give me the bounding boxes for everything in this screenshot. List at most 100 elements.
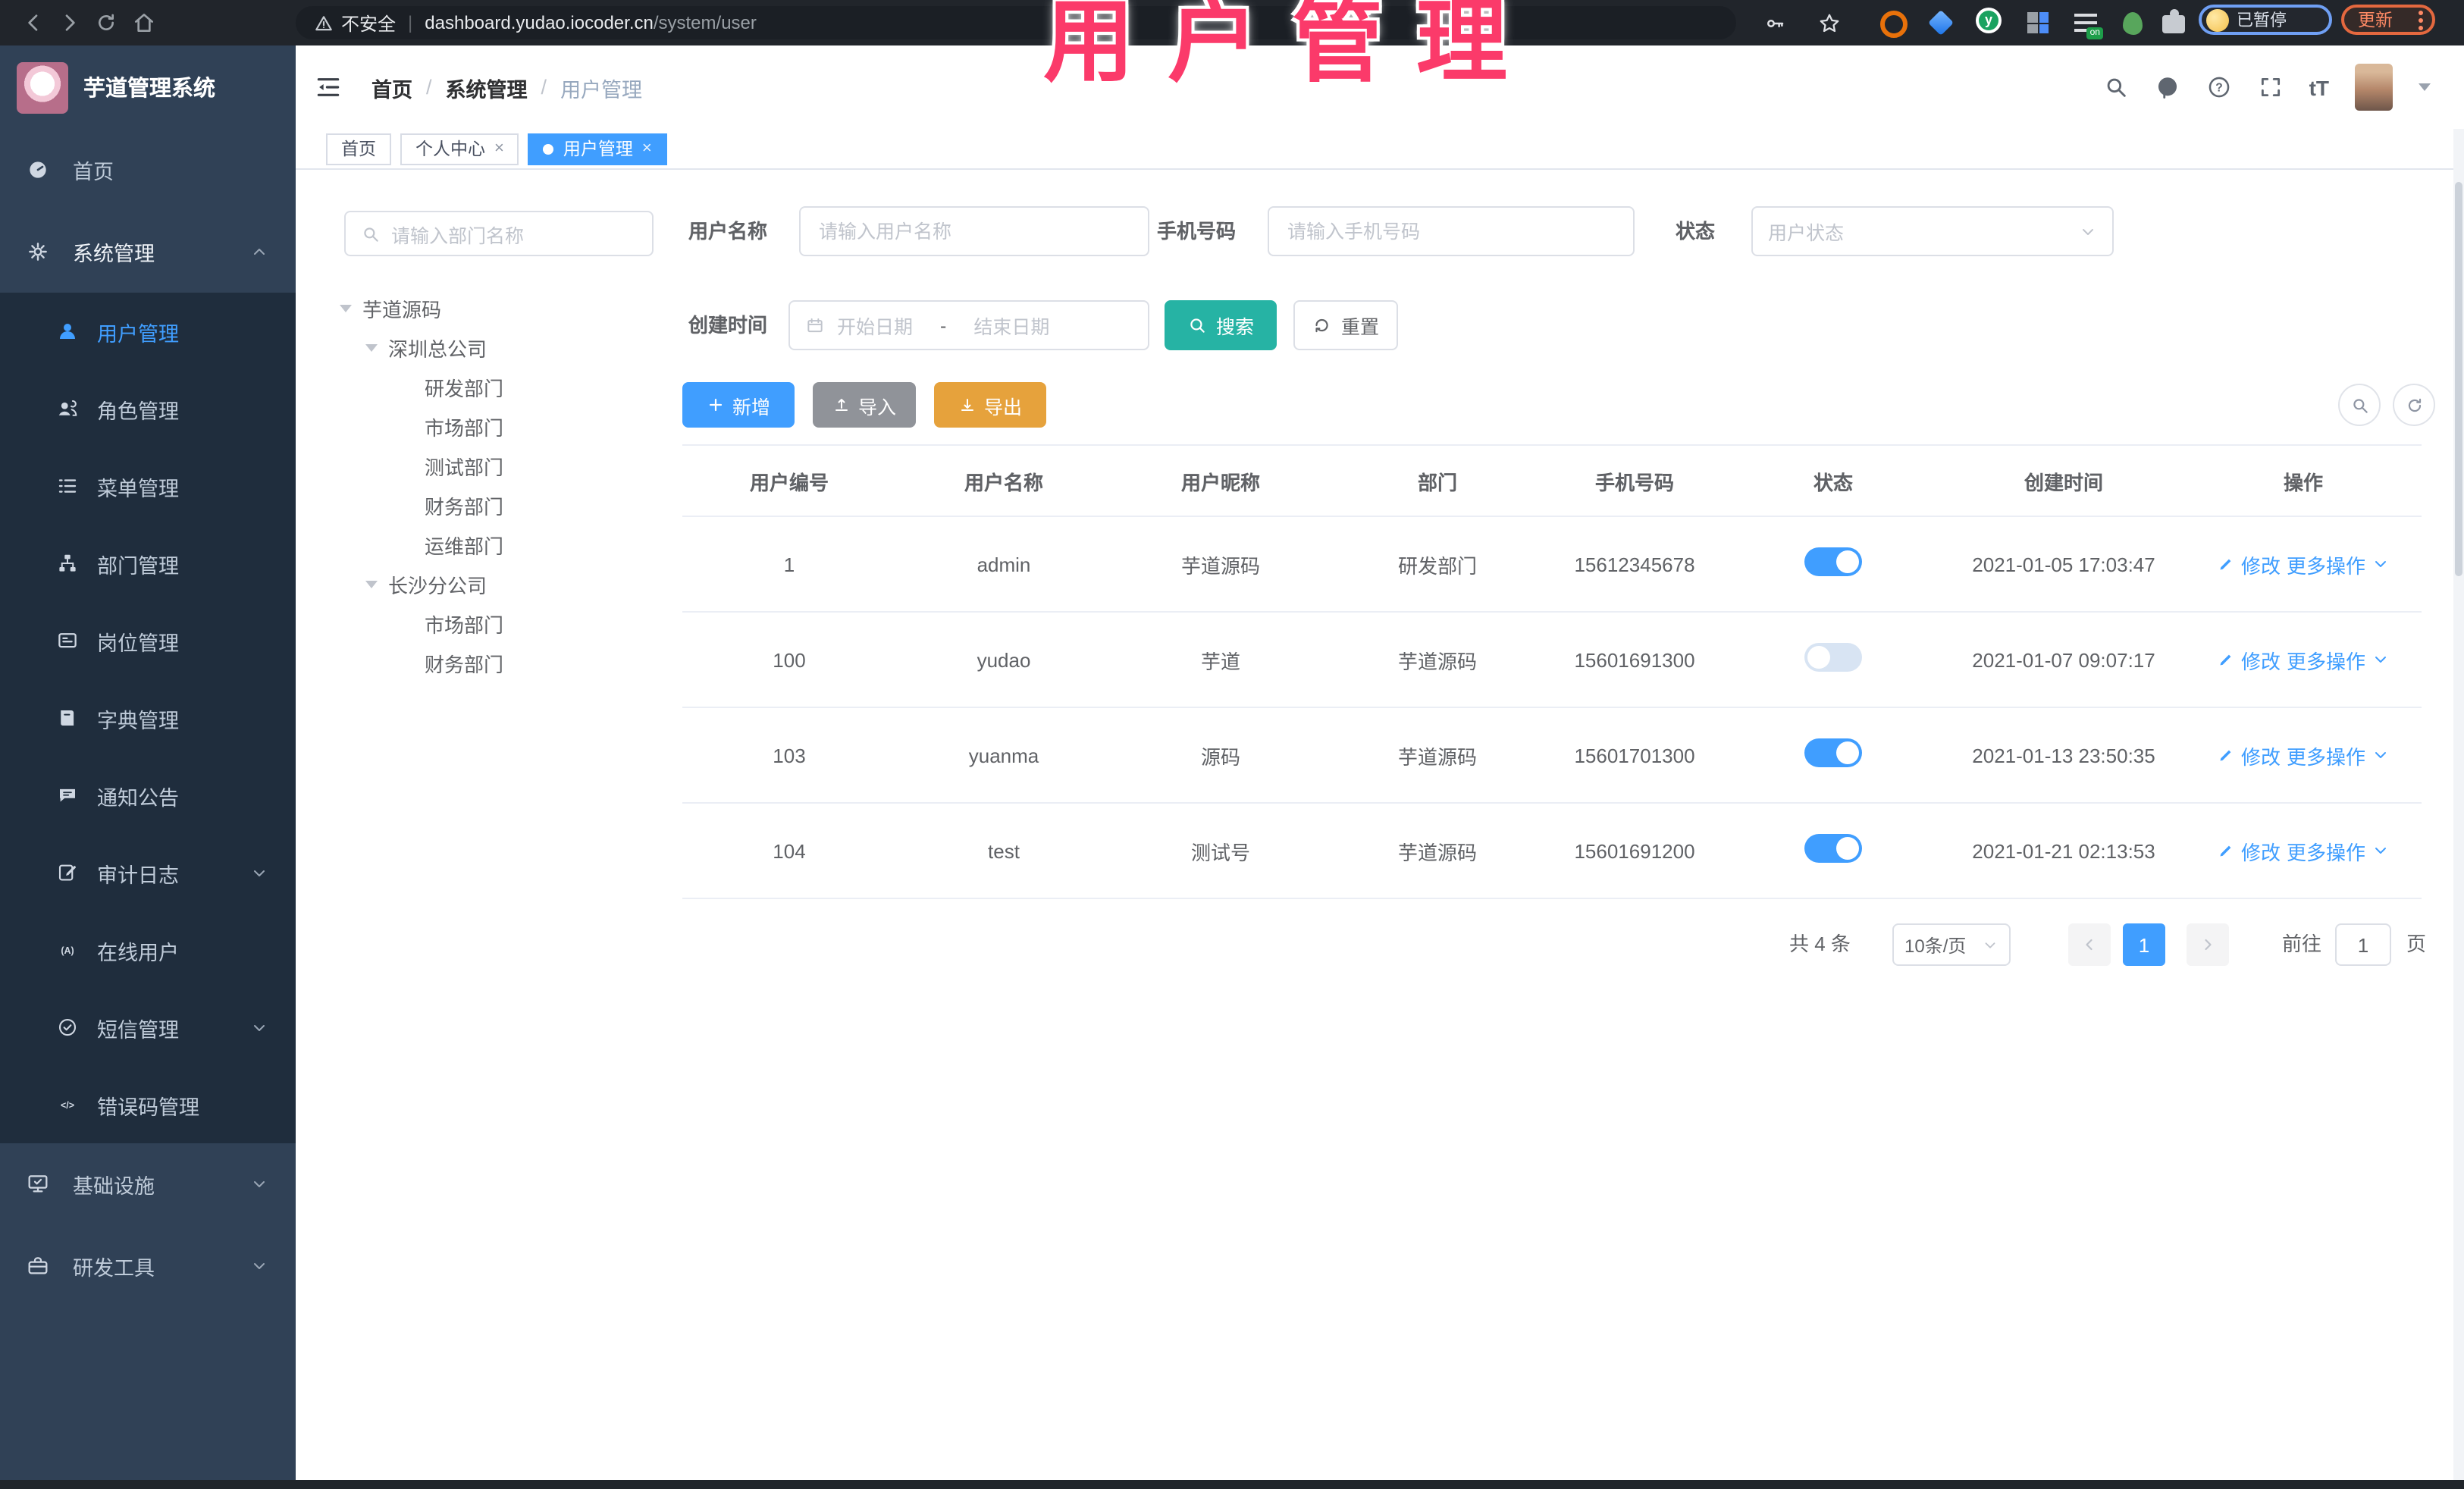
tree-node[interactable]: 长沙分公司 <box>296 564 667 603</box>
font-size-icon[interactable]: tT <box>2309 75 2329 99</box>
fullscreen-icon[interactable] <box>2258 74 2284 100</box>
more-actions-link[interactable]: 更多操作 <box>2287 645 2365 674</box>
profile-paused-chip[interactable]: 已暂停 <box>2199 5 2332 35</box>
user-avatar[interactable] <box>2355 64 2393 111</box>
close-icon[interactable]: × <box>494 139 504 157</box>
sidebar-item-notice[interactable]: 通知公告 <box>0 757 296 834</box>
import-button[interactable]: 导入 <box>813 382 916 428</box>
caret-down-icon[interactable] <box>340 304 352 312</box>
extension-grid-icon[interactable] <box>2027 11 2049 33</box>
start-date-placeholder: 开始日期 <box>837 317 914 338</box>
scrollbar[interactable] <box>2453 129 2464 1480</box>
col-header: 创建时间 <box>1942 444 2185 517</box>
toggle-search-button[interactable] <box>2338 384 2381 426</box>
sidebar-item-audit-log[interactable]: 审计日志 <box>0 834 296 911</box>
close-icon[interactable]: × <box>642 139 652 157</box>
dept-search-box[interactable]: 请输入部门名称 <box>344 211 654 256</box>
screen: 不安全 | dashboard.yudao.iocoder.cn/system/… <box>0 0 2464 1489</box>
avatar-caret-down-icon[interactable] <box>2419 83 2431 91</box>
extension-gem-icon[interactable] <box>1928 10 1954 36</box>
page-size-select[interactable]: 10条/页 <box>1892 923 2011 966</box>
extension-plant-icon[interactable] <box>2123 11 2143 35</box>
sidebar-item-dict-mgmt[interactable]: 字典管理 <box>0 679 296 757</box>
breadcrumb-system[interactable]: 系统管理 <box>446 72 528 102</box>
bookmark-star-icon[interactable] <box>1818 12 1841 35</box>
github-icon[interactable] <box>2155 74 2180 100</box>
page-1-button[interactable]: 1 <box>2123 923 2165 966</box>
tree-node[interactable]: 研发部门 <box>296 367 667 406</box>
more-actions-link[interactable]: 更多操作 <box>2287 550 2365 578</box>
edit-link[interactable]: 修改 <box>2241 836 2281 865</box>
browser-menu-icon[interactable] <box>2419 17 2423 22</box>
username-input[interactable] <box>799 206 1149 256</box>
goto-page-input[interactable] <box>2335 923 2391 966</box>
edit-link[interactable]: 修改 <box>2241 741 2281 770</box>
tree-node[interactable]: 市场部门 <box>296 406 667 446</box>
col-header: 用户名称 <box>896 444 1111 517</box>
status-select[interactable]: 用户状态 <box>1751 206 2114 256</box>
sidebar-collapse-icon[interactable] <box>314 73 343 102</box>
status-toggle[interactable] <box>1804 643 1862 672</box>
date-range-picker[interactable]: 开始日期 - 结束日期 <box>788 300 1149 350</box>
caret-down-icon[interactable] <box>365 580 378 588</box>
scrollbar-thumb[interactable] <box>2455 182 2462 576</box>
url-host[interactable]: dashboard.yudao.iocoder.cn <box>425 12 654 33</box>
extension-green-y-icon[interactable]: y <box>1976 8 2002 33</box>
breadcrumb-home[interactable]: 首页 <box>371 72 412 102</box>
browser-update-chip[interactable]: 更新 <box>2341 5 2435 35</box>
sidebar-item-system[interactable]: 系统管理 <box>0 211 296 293</box>
tree-node[interactable]: 芋道源码 <box>296 288 667 328</box>
status-toggle[interactable] <box>1804 738 1862 767</box>
sidebar-item-user-mgmt[interactable]: 用户管理 <box>0 293 296 370</box>
edit-link[interactable]: 修改 <box>2241 550 2281 578</box>
back-icon[interactable] <box>21 11 45 35</box>
more-actions-link[interactable]: 更多操作 <box>2287 836 2365 865</box>
forward-icon[interactable] <box>58 11 82 35</box>
more-actions-link[interactable]: 更多操作 <box>2287 741 2365 770</box>
extension-orange-ring-icon[interactable] <box>1880 11 1908 38</box>
add-button[interactable]: 新增 <box>682 382 795 428</box>
extensions-puzzle-icon[interactable] <box>2162 9 2185 33</box>
tab-profile[interactable]: 个人中心 × <box>400 133 519 165</box>
export-button[interactable]: 导出 <box>934 382 1046 428</box>
key-icon[interactable] <box>1763 12 1786 35</box>
edit-link[interactable]: 修改 <box>2241 645 2281 674</box>
chevron-down-icon <box>254 1024 265 1030</box>
search-icon[interactable] <box>2103 74 2129 100</box>
sidebar-item-dept-mgmt[interactable]: 部门管理 <box>0 525 296 602</box>
sidebar-item-sms-mgmt[interactable]: 短信管理 <box>0 989 296 1066</box>
sidebar-item-home[interactable]: 首页 <box>0 129 296 211</box>
goto-label: 前往 <box>2282 933 2322 955</box>
sidebar-item-menu-mgmt[interactable]: 菜单管理 <box>0 447 296 525</box>
reset-button[interactable]: 重置 <box>1293 300 1398 350</box>
tree-node[interactable]: 运维部门 <box>296 525 667 564</box>
sidebar-item-online-users[interactable]: (A) 在线用户 <box>0 911 296 989</box>
dept-search-placeholder: 请输入部门名称 <box>391 225 525 246</box>
sidebar-item-post-mgmt[interactable]: 岗位管理 <box>0 602 296 679</box>
prev-page-button[interactable] <box>2068 923 2111 966</box>
security-label[interactable]: 不安全 <box>341 10 396 36</box>
sidebar-item-role-mgmt[interactable]: 角色管理 <box>0 370 296 447</box>
sidebar-logo-row[interactable]: 芋道管理系统 <box>0 45 296 129</box>
tree-node[interactable]: 测试部门 <box>296 446 667 485</box>
sidebar-item-error-code[interactable]: </> 错误码管理 <box>0 1066 296 1143</box>
search-button[interactable]: 搜索 <box>1165 300 1277 350</box>
tree-node[interactable]: 市场部门 <box>296 603 667 643</box>
tree-node[interactable]: 财务部门 <box>296 643 667 682</box>
help-icon[interactable]: ? <box>2206 74 2232 100</box>
status-toggle[interactable] <box>1804 834 1862 863</box>
tree-node[interactable]: 财务部门 <box>296 485 667 525</box>
next-page-button[interactable] <box>2187 923 2229 966</box>
tab-user-mgmt[interactable]: 用户管理 × <box>528 133 667 165</box>
status-toggle[interactable] <box>1804 547 1862 576</box>
mobile-input[interactable] <box>1268 206 1635 256</box>
sidebar-item-dev-tools[interactable]: 研发工具 <box>0 1225 296 1307</box>
tab-home[interactable]: 首页 <box>326 133 391 165</box>
caret-down-icon[interactable] <box>365 343 378 351</box>
reload-icon[interactable] <box>94 11 118 35</box>
home-icon[interactable] <box>132 11 156 35</box>
sidebar-item-infrastructure[interactable]: 基础设施 <box>0 1143 296 1225</box>
tree-node[interactable]: 深圳总公司 <box>296 328 667 367</box>
refresh-table-button[interactable] <box>2393 384 2435 426</box>
extension-list-on-icon[interactable]: on <box>2074 11 2103 39</box>
